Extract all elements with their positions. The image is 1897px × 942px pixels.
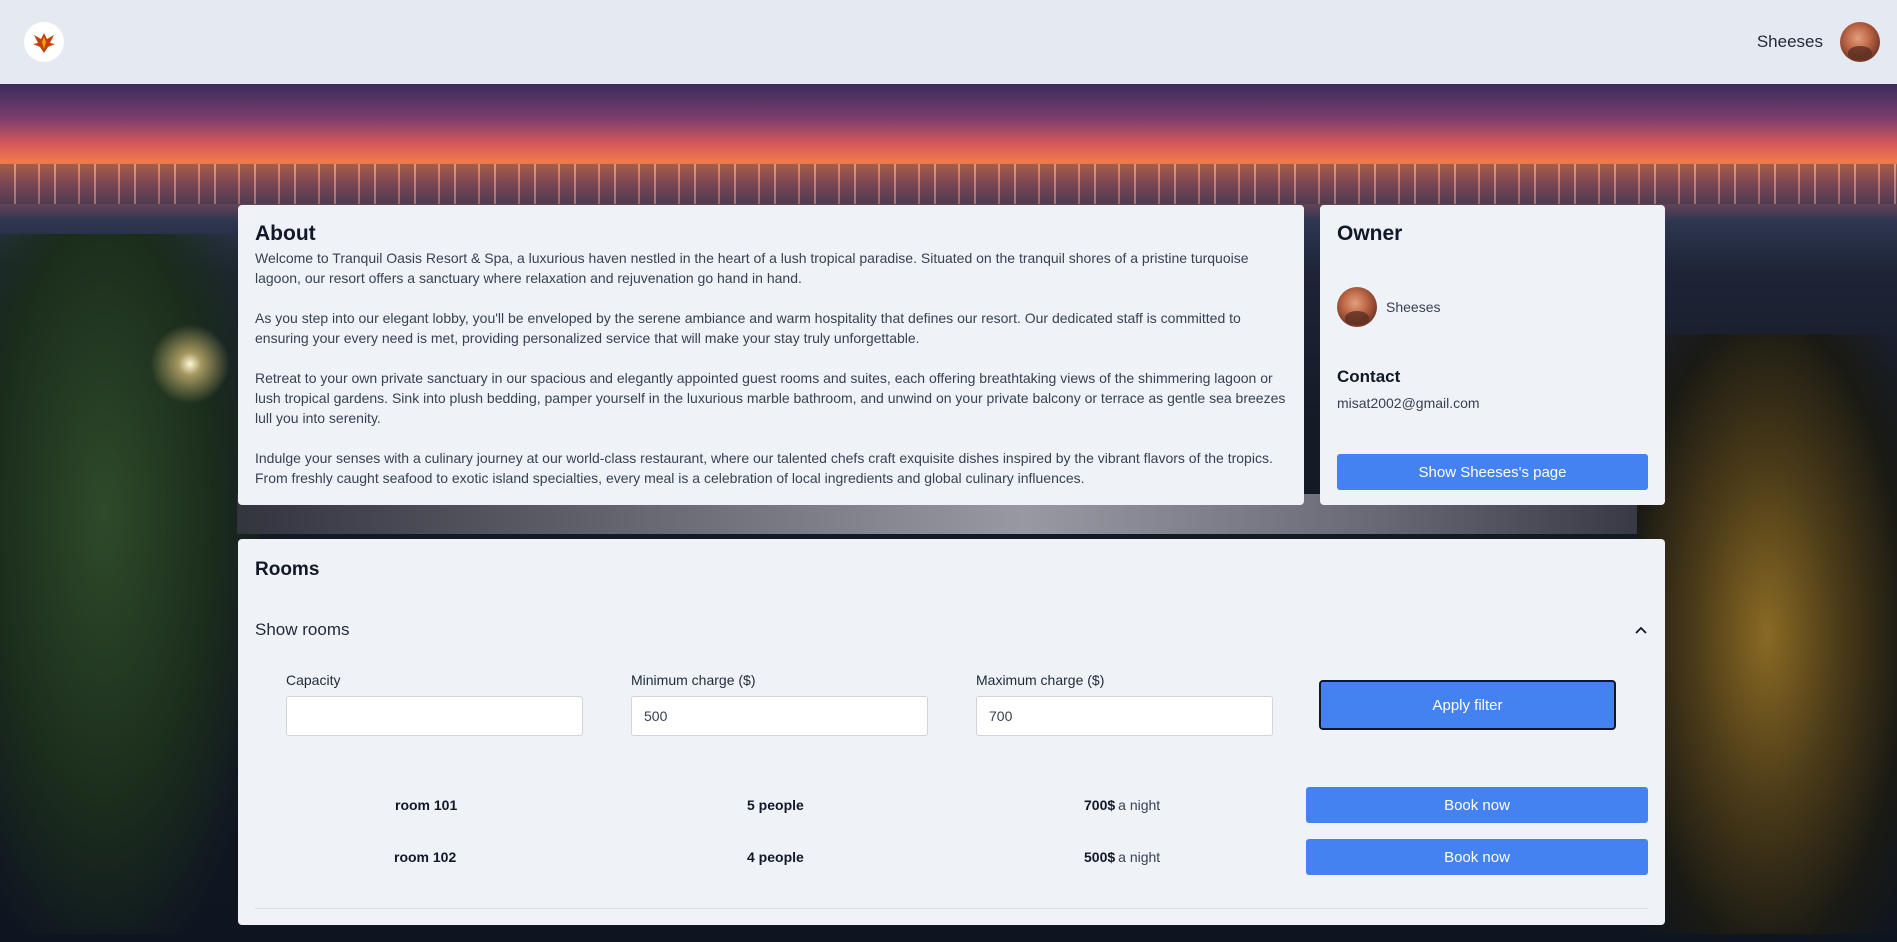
min-charge-filter: Minimum charge ($)	[631, 672, 928, 736]
owner-title: Owner	[1337, 222, 1403, 245]
about-paragraph: Welcome to Tranquil Oasis Resort & Spa, …	[255, 250, 1249, 286]
room-price-value: 500$	[1084, 849, 1116, 865]
rooms-title: Rooms	[255, 559, 320, 580]
min-charge-label: Minimum charge ($)	[631, 672, 756, 688]
about-card: About Welcome to Tranquil Oasis Resort &…	[238, 205, 1304, 505]
phoenix-logo-icon[interactable]	[24, 22, 64, 62]
room-capacity-text: 5 people	[747, 797, 804, 813]
rooms-card: Rooms Show rooms Capacity Minimum charge…	[238, 539, 1665, 925]
rooms-divider	[255, 908, 1648, 909]
room-name-text: room 101	[395, 797, 458, 813]
show-owner-page-button[interactable]: Show Sheeses's page	[1337, 454, 1648, 490]
show-rooms-toggle[interactable]: Show rooms	[255, 617, 1648, 643]
room-capacity-text: 4 people	[747, 849, 804, 865]
max-charge-filter: Maximum charge ($)	[976, 672, 1273, 736]
room-price: 500$ a night	[1084, 839, 1160, 875]
room-name: room 102	[394, 839, 456, 875]
apply-filter-button[interactable]: Apply filter	[1319, 680, 1616, 730]
book-now-button[interactable]: Book now	[1306, 839, 1648, 875]
about-title: About	[255, 222, 316, 245]
owner-avatar	[1337, 287, 1377, 327]
owner-name: Sheeses	[1386, 299, 1441, 315]
room-capacity: 5 people	[747, 787, 804, 823]
room-name: room 101	[395, 787, 457, 823]
street-light	[150, 324, 230, 404]
owner-card: Owner Sheeses Contact misat2002@gmail.co…	[1320, 205, 1665, 505]
street-light	[1740, 624, 1880, 764]
contact-email: misat2002@gmail.com	[1337, 395, 1480, 411]
min-charge-input[interactable]	[631, 696, 928, 736]
max-charge-input[interactable]	[976, 696, 1273, 736]
capacity-label: Capacity	[286, 672, 341, 688]
max-charge-label: Maximum charge ($)	[976, 672, 1105, 688]
about-description: Welcome to Tranquil Oasis Resort & Spa, …	[255, 248, 1287, 488]
room-capacity: 4 people	[747, 839, 804, 875]
chevron-up-icon[interactable]	[1634, 623, 1648, 637]
room-price-value: 700$	[1084, 797, 1116, 813]
capacity-input[interactable]	[286, 696, 583, 736]
about-paragraph: Indulge your senses with a culinary jour…	[255, 450, 1273, 486]
room-price-unit: a night	[1118, 797, 1161, 813]
owner-profile: Sheeses	[1337, 287, 1648, 327]
top-navbar: Sheeses	[0, 0, 1897, 84]
room-name-text: room 102	[394, 849, 457, 865]
about-paragraph: Retreat to your own private sanctuary in…	[255, 370, 1286, 426]
about-paragraph: As you step into our elegant lobby, you'…	[255, 310, 1241, 346]
show-rooms-label: Show rooms	[255, 620, 350, 639]
city-skyline	[0, 164, 1897, 204]
room-row: room 102 4 people 500$ a night Book now	[238, 839, 1665, 875]
room-price: 700$ a night	[1084, 787, 1160, 823]
contact-heading: Contact	[1337, 367, 1401, 386]
header-user-name[interactable]: Sheeses	[1757, 32, 1823, 52]
street-light	[1660, 404, 1780, 524]
user-menu[interactable]: Sheeses	[1757, 22, 1880, 62]
user-avatar[interactable]	[1840, 22, 1880, 62]
book-now-button[interactable]: Book now	[1306, 787, 1648, 823]
capacity-filter: Capacity	[286, 672, 583, 736]
room-row: room 101 5 people 700$ a night Book now	[238, 787, 1665, 823]
room-price-unit: a night	[1118, 849, 1161, 865]
